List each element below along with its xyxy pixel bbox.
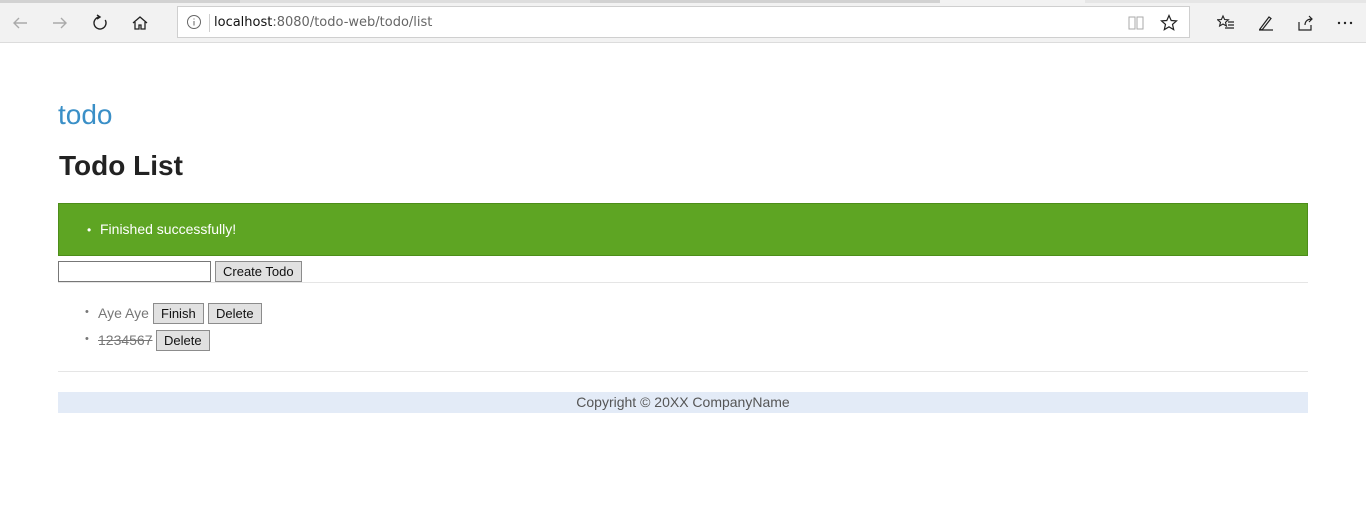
info-icon[interactable] — [186, 14, 202, 30]
delete-button[interactable]: Delete — [208, 303, 262, 324]
todo-title-input[interactable] — [58, 261, 211, 282]
star-icon[interactable] — [1160, 14, 1178, 32]
todo-text-finished: 1234567 — [98, 332, 153, 348]
footer-copyright: Copyright © 20XX CompanyName — [58, 392, 1308, 413]
back-arrow-icon[interactable] — [4, 7, 36, 39]
url-path: :8080/todo-web/todo/list — [272, 15, 433, 30]
address-bar[interactable]: localhost:8080/todo-web/todo/list — [177, 6, 1190, 38]
alert-message: Finished successfully! — [87, 221, 236, 237]
page-title: Todo List — [59, 150, 183, 181]
reading-view-icon[interactable] — [1128, 15, 1144, 31]
url-host: localhost — [214, 15, 273, 30]
refresh-icon[interactable] — [84, 7, 116, 39]
browser-toolbar: localhost:8080/todo-web/todo/list — [0, 3, 1366, 43]
divider — [58, 282, 1308, 283]
create-todo-button[interactable]: Create Todo — [215, 261, 302, 282]
alert-messages: Finished successfully! — [87, 221, 236, 237]
divider — [58, 371, 1308, 372]
forward-arrow-icon[interactable] — [44, 7, 76, 39]
success-alert: Finished successfully! — [58, 203, 1308, 256]
favorites-list-icon[interactable] — [1210, 7, 1242, 39]
delete-button[interactable]: Delete — [156, 330, 210, 351]
home-icon[interactable] — [124, 7, 156, 39]
url-text[interactable]: localhost:8080/todo-web/todo/list — [214, 15, 432, 30]
pen-icon[interactable] — [1250, 7, 1282, 39]
todo-text: Aye Aye — [98, 305, 149, 321]
finish-button[interactable]: Finish — [153, 303, 204, 324]
more-icon[interactable] — [1329, 7, 1361, 39]
address-separator — [209, 14, 210, 32]
share-icon[interactable] — [1289, 7, 1321, 39]
brand-link[interactable]: todo — [58, 99, 113, 131]
